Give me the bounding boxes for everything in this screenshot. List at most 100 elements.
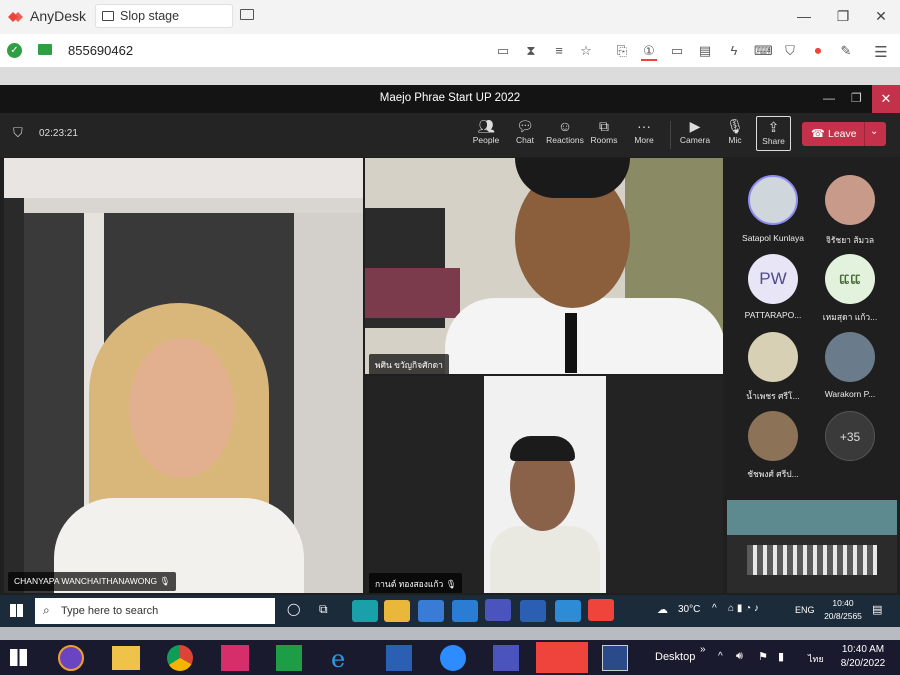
star-icon[interactable]: ☆ — [578, 43, 594, 59]
toolbar-chevron-icon[interactable]: » — [700, 644, 706, 655]
participant-avatar[interactable] — [748, 411, 798, 461]
video-tile-3[interactable]: กานต์ ทองสองแก้ว 🎙︎ — [365, 376, 723, 593]
word-icon[interactable] — [520, 600, 546, 622]
participant-avatar[interactable] — [825, 332, 875, 382]
weather-icon[interactable]: ☁ — [657, 603, 668, 616]
hall-ceiling — [727, 500, 897, 535]
anydesk-taskbar-icon[interactable] — [588, 599, 614, 621]
anydesk-active-icon[interactable] — [536, 642, 588, 673]
tray-icons[interactable]: ⌂ ▮ ◔ ♪ — [728, 603, 759, 614]
mail-icon[interactable] — [452, 600, 478, 622]
mic-button[interactable]: 🎙︎ Mic — [715, 117, 755, 145]
more-button[interactable]: ··· More — [624, 117, 664, 145]
volume-icon[interactable]: 🔊︎ — [736, 650, 743, 663]
chat-label: Chat — [516, 135, 534, 145]
chevron-down-icon[interactable]: ⌄ — [870, 126, 878, 137]
windows-start-icon[interactable] — [10, 649, 27, 666]
reactions-button[interactable]: ☺ Reactions — [545, 117, 585, 145]
participant-name: น้ำเพชร ศรีโ... — [746, 391, 800, 401]
language-indicator[interactable]: ไทย — [808, 652, 824, 666]
chrome-icon[interactable] — [167, 645, 193, 671]
message-icon[interactable]: ▤ — [697, 43, 713, 59]
folder-icon[interactable] — [112, 646, 140, 670]
app-s-icon[interactable] — [221, 645, 249, 671]
signal-icon[interactable]: ▮ — [778, 650, 784, 663]
session-tab[interactable]: Slop stage — [95, 4, 233, 28]
video-name-chip: พศิน ขวัญกิจศักดา — [369, 354, 449, 374]
leave-button[interactable]: ☎ Leave ⌄ — [802, 122, 886, 146]
file-explorer-icon[interactable] — [384, 600, 410, 622]
photos-icon[interactable] — [555, 600, 581, 622]
participant-avatar[interactable] — [748, 332, 798, 382]
store-icon[interactable] — [418, 600, 444, 622]
clock[interactable]: 10:40 20/8/2565 — [823, 598, 863, 621]
participant-avatar-initials[interactable]: PW — [748, 254, 798, 304]
teams-minimize-icon[interactable]: — — [823, 91, 835, 105]
camera-button[interactable]: ▶︎ Camera — [675, 117, 715, 145]
participant-avatar[interactable] — [748, 175, 798, 225]
file-transfer-icon[interactable]: ⎘ — [614, 43, 630, 59]
rooms-button[interactable]: ⧉ Rooms — [584, 117, 624, 145]
teams-restore-icon[interactable]: ❐ — [851, 91, 862, 105]
clock[interactable]: 10:40 AM 8/20/2022 — [832, 644, 894, 669]
cortana-icon[interactable]: ◯ — [287, 602, 300, 616]
minimize-icon[interactable]: — — [795, 8, 813, 24]
database-icon[interactable]: ≡ — [551, 43, 567, 58]
teams-close-icon[interactable]: ✕ — [872, 85, 900, 113]
tray-up-icon[interactable]: ^ — [718, 651, 723, 662]
windows-start-icon[interactable] — [10, 604, 23, 617]
word-icon[interactable] — [386, 645, 412, 671]
pen-icon[interactable]: ✎ — [838, 43, 854, 59]
display-1-icon[interactable]: ① — [641, 43, 657, 61]
teams-taskbar-icon[interactable] — [485, 599, 511, 621]
edge-icon[interactable] — [352, 600, 378, 622]
participants-panel: Satapol Kunlaya จิรัชยา ส้มวล PW PATTARA… — [725, 158, 900, 498]
language-indicator[interactable]: ENG — [795, 605, 815, 615]
participant-name: จิรัชยา ส้มวล — [825, 235, 875, 245]
zoom-icon[interactable] — [440, 645, 466, 671]
mic-off-icon: 🎙︎ — [726, 118, 744, 134]
ie-icon[interactable]: e — [331, 645, 359, 673]
teams-icon[interactable] — [493, 645, 519, 671]
connected-check-icon: ✓ — [7, 43, 22, 58]
actions-icon[interactable]: ϟ — [726, 43, 742, 58]
video-tile-2[interactable]: พศิน ขวัญกิจศักดา — [365, 158, 723, 374]
chat-button[interactable]: 💬︎ Chat — [505, 117, 545, 145]
participant-name: เหมสุดา แก้ว... — [822, 312, 878, 322]
mic-muted-icon: 🎙︎ — [159, 576, 171, 586]
participant-avatar[interactable] — [825, 175, 875, 225]
window-thumbnail-icon[interactable] — [602, 645, 628, 671]
remote-id[interactable]: 855690462 — [68, 43, 133, 58]
local-video-thumbnail[interactable] — [727, 500, 897, 593]
more-participants-button[interactable]: +35 — [825, 411, 875, 461]
close-icon[interactable]: ✕ — [872, 8, 890, 25]
session-tab-label: Slop stage — [120, 9, 180, 23]
participant-name: Satapol Kunlaya — [742, 233, 804, 243]
leave-label: Leave — [828, 128, 857, 140]
tie — [565, 313, 577, 373]
browser-shield-icon[interactable] — [58, 645, 84, 671]
desktop-toolbar[interactable]: Desktop — [655, 651, 695, 663]
record-icon[interactable]: ⏺ — [810, 43, 826, 59]
search-box[interactable]: ⌕ Type here to search — [35, 598, 275, 624]
people-button[interactable]: 👥︎ People — [466, 117, 506, 145]
store-icon[interactable] — [276, 645, 302, 671]
participant-avatar-initials[interactable]: ແແ — [825, 254, 875, 304]
meeting-timer: 02:23:21 — [39, 128, 78, 139]
flag-icon[interactable]: ⚑ — [758, 650, 768, 663]
share-button[interactable]: ⇪ Share — [756, 116, 791, 151]
chat-icon[interactable]: ▭ — [495, 43, 511, 59]
video-tile-main[interactable]: CHANYAPA WANCHAITHANAWONG 🎙︎ — [4, 158, 363, 593]
chat-icon: 💬︎ — [516, 118, 534, 134]
shield-icon[interactable]: ⛉ — [782, 43, 798, 59]
keyboard-icon[interactable]: ⌨ — [754, 43, 773, 59]
new-tab-icon[interactable] — [240, 9, 254, 20]
display-icon[interactable]: ▭ — [669, 43, 685, 59]
notifications-icon[interactable]: ▤ — [872, 603, 882, 616]
hourglass-icon[interactable]: ⧗ — [523, 43, 539, 59]
tray-chevron-icon[interactable]: ^ — [712, 603, 717, 614]
task-view-icon[interactable]: ⧉ — [319, 602, 328, 617]
maximize-icon[interactable]: ❐ — [834, 8, 852, 25]
temperature[interactable]: 30°C — [678, 604, 700, 615]
menu-icon[interactable]: ☰ — [873, 43, 889, 61]
